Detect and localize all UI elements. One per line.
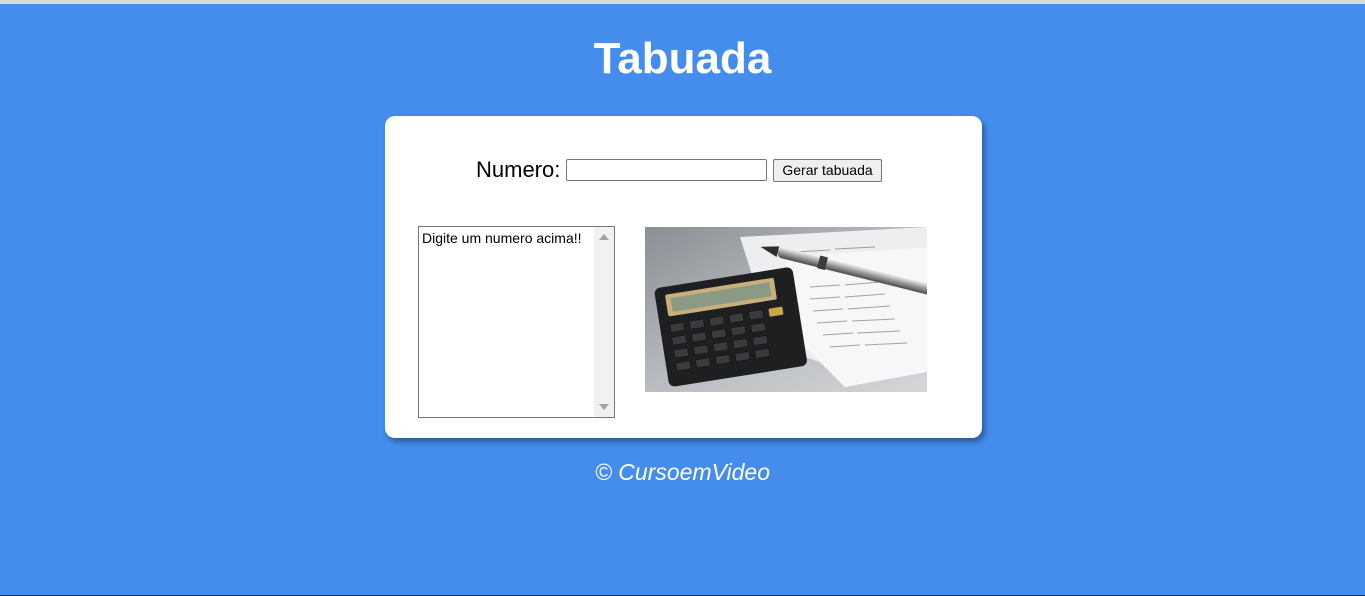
calculator-image [645,227,927,392]
result-option[interactable]: Digite um numero acima!! [422,230,582,246]
browser-top-edge [0,0,1365,4]
copyright-footer: © CursoemVideo [594,459,771,485]
number-form: Numero: Gerar tabuada [476,156,882,184]
result-scrollbar[interactable] [594,227,614,417]
number-label: Numero: [476,157,561,182]
scroll-down-icon[interactable] [599,404,609,410]
generate-table-button[interactable]: Gerar tabuada [773,158,882,182]
scroll-up-icon[interactable] [599,234,609,240]
page-title: Tabuada [593,34,772,83]
tabuada-card: Numero: Gerar tabuada Digite um numero a… [385,116,982,438]
number-input[interactable] [566,159,768,181]
result-select[interactable]: Digite um numero acima!! [418,226,615,418]
